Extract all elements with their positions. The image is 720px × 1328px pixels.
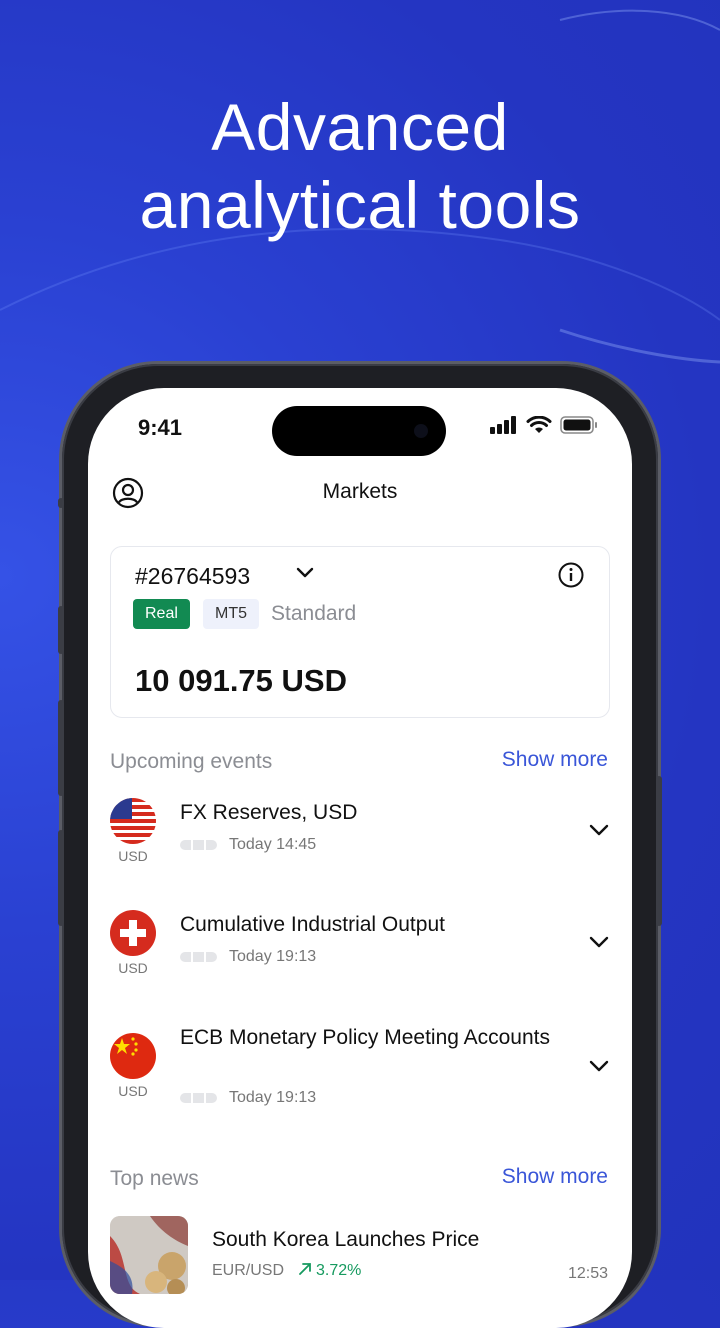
news-section-title: Top news — [110, 1167, 199, 1190]
news-change: 3.72% — [298, 1262, 361, 1280]
event-title: FX Reserves, USD — [180, 801, 358, 824]
news-image — [110, 1216, 188, 1294]
account-balance: 10 091.75 USD — [135, 663, 347, 698]
event-meta: Today 19:13 — [180, 1089, 316, 1107]
news-title[interactable]: South Korea Launches Price — [212, 1228, 479, 1252]
account-number[interactable]: #26764593 — [135, 563, 250, 590]
phone-mute-switch — [58, 830, 64, 926]
promo-headline: Advanced analytical tools — [0, 88, 720, 244]
platform-badge: MT5 — [203, 599, 259, 629]
chevron-down-icon[interactable] — [588, 1058, 610, 1074]
event-time: Today 14:45 — [229, 836, 317, 853]
event-title: ECB Monetary Policy Meeting Accounts — [180, 1026, 551, 1049]
page-title: Markets — [322, 480, 398, 503]
news-show-more-link[interactable]: Show more — [502, 1165, 608, 1189]
phone-volume-down — [58, 700, 64, 796]
event-item[interactable]: USD ECB Monetary Policy Meeting Accounts… — [110, 1026, 610, 1113]
swiss-flag-icon — [110, 910, 156, 956]
us-flag-icon — [110, 798, 156, 844]
news-pair: EUR/USD — [212, 1262, 285, 1279]
info-icon[interactable] — [557, 561, 585, 589]
news-thumbnail[interactable] — [110, 1216, 188, 1294]
events-section-title: Upcoming events — [110, 750, 273, 773]
account-card[interactable]: #26764593 Real MT5 Standard 10 091.75 US… — [110, 546, 610, 718]
event-title: Cumulative Industrial Output — [180, 913, 445, 936]
status-icons — [490, 416, 598, 434]
events-show-more-link[interactable]: Show more — [502, 748, 608, 772]
event-meta: Today 19:13 — [180, 948, 316, 966]
account-badge-real: Real — [133, 599, 190, 629]
chevron-down-icon[interactable] — [588, 822, 610, 838]
event-item[interactable]: USD FX Reserves, USD Today 14:45 — [110, 798, 610, 868]
arrow-up-right-icon — [299, 1263, 311, 1275]
headline-line-2: analytical tools — [139, 168, 581, 242]
phone-power-button — [656, 776, 662, 926]
signal-icon — [490, 416, 516, 434]
event-currency: USD — [118, 1083, 148, 1099]
news-time: 12:53 — [567, 1265, 608, 1282]
impact-indicator — [180, 1093, 217, 1103]
phone-action-button — [58, 498, 64, 508]
event-currency: USD — [118, 848, 148, 864]
event-time: Today 19:13 — [229, 1089, 317, 1106]
headline-line-1: Advanced — [211, 90, 509, 164]
chevron-down-icon[interactable] — [588, 934, 610, 950]
event-meta: Today 14:45 — [180, 836, 316, 854]
battery-icon — [560, 416, 597, 434]
event-item[interactable]: USD Cumulative Industrial Output Today 1… — [110, 910, 610, 980]
status-time: 9:41 — [138, 415, 183, 440]
phone-screen: 9:41 Markets #26764593 Real MT5 Standard… — [88, 388, 632, 1328]
camera-icon — [414, 424, 428, 438]
account-type: Standard — [271, 602, 357, 625]
china-flag-icon — [110, 1033, 156, 1079]
impact-indicator — [180, 952, 217, 962]
chevron-down-icon[interactable] — [295, 565, 315, 581]
news-change-value: 3.72% — [316, 1262, 362, 1279]
event-time: Today 19:13 — [229, 948, 317, 965]
wifi-icon — [526, 416, 552, 433]
phone-volume-up — [58, 606, 64, 654]
event-currency: USD — [118, 960, 148, 976]
news-meta: EUR/USD 3.72% — [212, 1262, 361, 1280]
dynamic-island — [272, 406, 446, 456]
impact-indicator — [180, 840, 217, 850]
